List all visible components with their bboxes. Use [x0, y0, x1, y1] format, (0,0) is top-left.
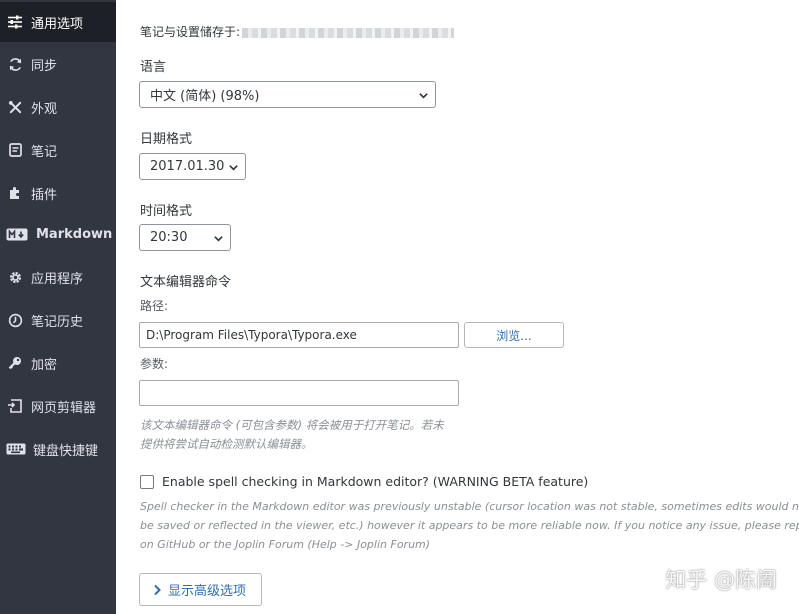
sidebar-item-application[interactable]: 应用程序: [0, 257, 116, 297]
time-format-label: 时间格式: [140, 204, 193, 219]
sidebar-item-web-clipper[interactable]: 网页剪辑器: [0, 386, 116, 426]
date-format-value: 2017.01.30: [150, 159, 225, 174]
keyboard-icon: [6, 440, 26, 458]
sidebar-item-label: 笔记历史: [31, 314, 84, 330]
spellcheck-label: Enable spell checking in Markdown editor…: [162, 474, 589, 489]
sidebar-item-label: 通用选项: [31, 16, 84, 32]
general-settings-panel: 笔记与设置储存于: 语言 中文 (简体) (98%) 日期格式 2017.01.…: [116, 0, 799, 614]
chevron-down-icon: [419, 93, 428, 99]
language-label: 语言: [140, 60, 167, 75]
clipper-icon: [6, 397, 24, 415]
time-format-value: 20:30: [150, 230, 188, 245]
args-label: 参数:: [140, 357, 169, 371]
sidebar-item-markdown[interactable]: Markdown: [0, 214, 116, 254]
storage-location: 笔记与设置储存于:: [140, 23, 455, 40]
key-icon: [6, 354, 24, 372]
editor-args-input[interactable]: [139, 380, 459, 406]
sidebar-item-label: Markdown: [36, 226, 113, 242]
sidebar-item-label: 键盘快捷键: [33, 443, 99, 459]
clock-icon: [6, 311, 24, 329]
storage-label: 笔记与设置储存于:: [140, 25, 241, 39]
sidebar-item-label: 应用程序: [31, 271, 84, 287]
puzzle-icon: [6, 184, 24, 202]
sidebar-item-general[interactable]: 通用选项: [0, 2, 116, 42]
description-line: 该文本编辑器命令 (可包含参数) 将会被用于打开笔记。若未: [140, 418, 444, 432]
chevron-right-icon: [154, 584, 161, 595]
description-line: Spell checker in the Markdown editor was…: [140, 500, 799, 513]
sidebar-item-label: 加密: [31, 357, 58, 373]
settings-sidebar: 通用选项 同步 外观 笔记 插件 Markdown 应用程序 笔记历史 加密 网…: [0, 0, 116, 614]
brush-icon: [6, 98, 24, 116]
note-icon: [6, 141, 24, 159]
watermark: 知乎 @陈阖: [665, 568, 777, 592]
date-format-select[interactable]: 2017.01.30: [139, 153, 246, 180]
language-select[interactable]: 中文 (简体) (98%): [139, 81, 436, 108]
sidebar-item-plugins[interactable]: 插件: [0, 173, 116, 213]
sidebar-item-note[interactable]: 笔记: [0, 130, 116, 170]
time-format-select[interactable]: 20:30: [139, 224, 231, 251]
sidebar-item-label: 笔记: [31, 144, 58, 160]
chevron-down-icon: [229, 165, 238, 171]
editor-path-input[interactable]: [139, 322, 459, 348]
markdown-icon: [6, 225, 28, 243]
sidebar-item-label: 网页剪辑器: [31, 400, 97, 416]
gear-icon: [6, 268, 24, 286]
language-value: 中文 (简体) (98%): [150, 89, 260, 104]
sidebar-item-note-history[interactable]: 笔记历史: [0, 300, 116, 340]
editor-command-description: 该文本编辑器命令 (可包含参数) 将会被用于打开笔记。若未 提供将尝试自动检测默…: [140, 416, 470, 454]
sidebar-item-sync[interactable]: 同步: [0, 44, 116, 84]
date-format-label: 日期格式: [140, 132, 193, 147]
sidebar-item-keyboard-shortcuts[interactable]: 键盘快捷键: [0, 429, 116, 469]
show-advanced-button[interactable]: 显示高级选项: [139, 573, 262, 606]
description-line: on GitHub or the Joplin Forum (Help -> J…: [140, 538, 431, 551]
sync-icon: [6, 55, 24, 73]
sidebar-item-label: 同步: [31, 58, 58, 74]
editor-command-title: 文本编辑器命令: [140, 275, 232, 290]
description-line: 提供将尝试自动检测默认编辑器。: [140, 437, 313, 451]
browse-button[interactable]: 浏览...: [464, 322, 564, 348]
sliders-icon: [6, 13, 24, 31]
chevron-down-icon: [214, 236, 223, 242]
path-label: 路径:: [140, 299, 169, 313]
sidebar-item-label: 插件: [31, 187, 58, 203]
description-line: be saved or reflected in the viewer, etc…: [140, 519, 799, 532]
sidebar-item-appearance[interactable]: 外观: [0, 87, 116, 127]
sidebar-item-label: 外观: [31, 101, 58, 117]
sidebar-item-encryption[interactable]: 加密: [0, 343, 116, 383]
blurred-storage-path: [242, 27, 455, 38]
spellcheck-description: Spell checker in the Markdown editor was…: [140, 497, 799, 554]
spellcheck-checkbox[interactable]: [140, 475, 154, 489]
show-advanced-label: 显示高级选项: [168, 584, 247, 599]
